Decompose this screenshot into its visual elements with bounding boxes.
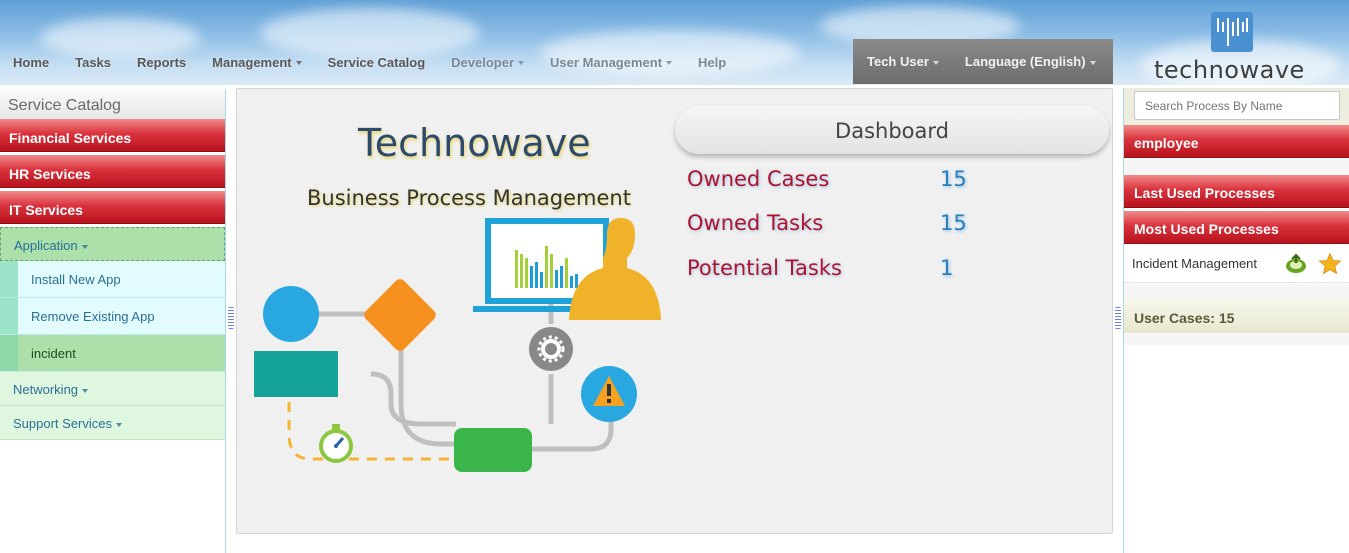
logo-text: technowave [1154, 56, 1305, 84]
section-gap [1124, 333, 1349, 345]
user-menu-label: Tech User [867, 54, 929, 69]
main-nav: Home Tasks Reports Management Service Ca… [0, 52, 752, 72]
sidebar-item-label: Application [14, 238, 78, 253]
chevron-down-icon [666, 61, 673, 66]
nav-management[interactable]: Management [212, 54, 302, 70]
stat-owned-tasks-label[interactable]: Owned Tasks [687, 211, 823, 235]
sidebar-item-support-services[interactable]: Support Services [0, 406, 225, 440]
language-menu[interactable]: Language (English) [965, 54, 1096, 69]
dashboard-title: Dashboard [835, 119, 949, 143]
stat-owned-cases-label[interactable]: Owned Cases [687, 167, 829, 191]
right-resize-handle[interactable] [1115, 307, 1121, 329]
star-favorite-icon[interactable] [1318, 252, 1342, 276]
last-used-processes-header[interactable]: Last Used Processes [1124, 175, 1349, 208]
language-menu-label: Language (English) [964, 54, 1086, 69]
sidebar-category-it[interactable]: IT Services [0, 191, 225, 224]
process-end-box-icon [454, 428, 532, 472]
process-panel: employee Last Used Processes Most Used P… [1123, 88, 1349, 553]
nav-help[interactable]: Help [698, 55, 726, 70]
most-used-processes-header[interactable]: Most Used Processes [1124, 211, 1349, 244]
process-start-circle-icon [263, 286, 319, 342]
user-menu[interactable]: Tech User [867, 54, 939, 69]
section-gap [1124, 284, 1349, 300]
bpm-illustration [254, 218, 661, 472]
nav-management-label: Management [212, 54, 292, 70]
chevron-down-icon [81, 244, 88, 249]
chevron-down-icon [518, 61, 525, 66]
sidebar-item-label: Support Services [13, 416, 112, 431]
nav-home[interactable]: Home [13, 55, 49, 70]
left-resize-handle[interactable] [228, 307, 234, 329]
sky-cloud [260, 8, 480, 58]
nav-developer[interactable]: Developer [451, 54, 525, 70]
employee-header[interactable]: employee [1124, 125, 1349, 158]
chevron-down-icon [295, 61, 302, 66]
task-box-icon [254, 351, 338, 397]
header-bar: Home Tasks Reports Management Service Ca… [0, 0, 1349, 85]
stat-owned-cases-value[interactable]: 15 [940, 167, 967, 191]
nav-user-management[interactable]: User Management [550, 54, 673, 70]
logo-mark-icon [1211, 12, 1253, 52]
chevron-down-icon [82, 388, 89, 393]
chevron-down-icon [932, 60, 939, 65]
decision-diamond-icon [364, 279, 436, 351]
nav-developer-label: Developer [451, 54, 515, 70]
sidebar-item-networking[interactable]: Networking [0, 372, 225, 406]
sidebar-title: Service Catalog [0, 89, 225, 119]
sidebar-item-install-new-app[interactable]: Install New App [0, 261, 225, 298]
dashboard-header: Dashboard [675, 106, 1109, 154]
chevron-down-icon [116, 422, 122, 427]
sidebar-item-application[interactable]: Application [0, 227, 225, 261]
sidebar-category-hr[interactable]: HR Services [0, 155, 225, 188]
stat-owned-tasks-value[interactable]: 15 [940, 211, 967, 235]
user-menu-box: Tech User Language (English) [853, 39, 1113, 84]
service-catalog-sidebar: Service Catalog Financial Services HR Se… [0, 89, 226, 553]
nav-tasks[interactable]: Tasks [75, 55, 111, 70]
most-used-item[interactable]: Incident Management [1124, 245, 1349, 283]
chevron-down-icon [1089, 60, 1096, 65]
stat-potential-tasks-value[interactable]: 1 [940, 256, 953, 280]
sidebar-item-remove-existing-app[interactable]: Remove Existing App [0, 298, 225, 335]
sidebar-item-incident[interactable]: incident [0, 335, 225, 372]
sidebar-category-financial[interactable]: Financial Services [0, 119, 225, 152]
brand-subtitle: Business Process Management [307, 186, 631, 210]
start-process-icon[interactable] [1284, 253, 1308, 275]
search-process-input[interactable] [1134, 91, 1340, 120]
nav-service-catalog[interactable]: Service Catalog [328, 55, 426, 70]
nav-user-management-label: User Management [550, 54, 663, 70]
nav-reports[interactable]: Reports [137, 55, 186, 70]
stat-potential-tasks-label[interactable]: Potential Tasks [687, 256, 842, 280]
process-name: Incident Management [1132, 256, 1258, 271]
user-cases-header[interactable]: User Cases: 15 [1124, 300, 1349, 333]
brand-title: Technowave [358, 121, 591, 165]
dashboard-panel: Technowave Business Process Management D… [236, 88, 1113, 534]
sidebar-item-label: Networking [13, 382, 79, 397]
gear-icon [529, 327, 573, 371]
technowave-logo[interactable]: technowave [1150, 10, 1320, 84]
